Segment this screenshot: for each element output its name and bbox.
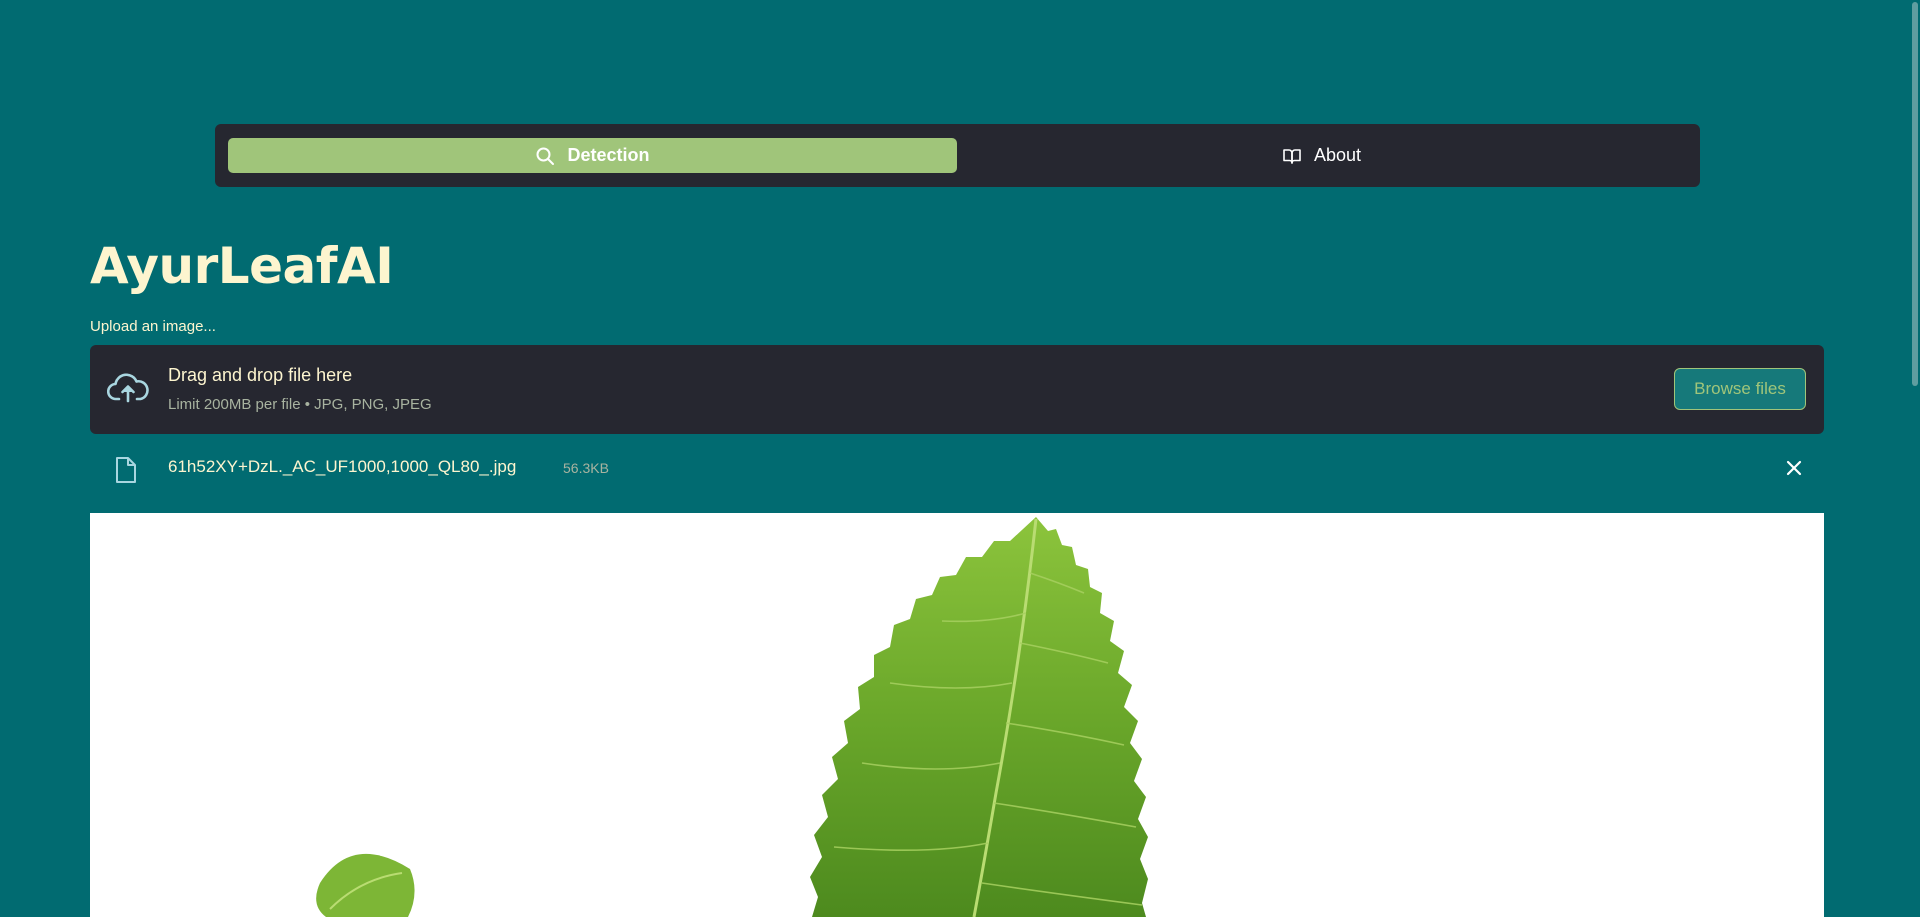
browse-files-button[interactable]: Browse files (1674, 368, 1806, 410)
page-scrollbar[interactable] (1908, 0, 1920, 917)
file-dropzone[interactable]: Drag and drop file here Limit 200MB per … (90, 345, 1824, 434)
tab-about[interactable]: About (957, 138, 1686, 173)
uploaded-image-preview (90, 513, 1824, 917)
tab-detection[interactable]: Detection (228, 138, 957, 173)
tab-detection-label: Detection (567, 145, 650, 165)
file-icon (115, 456, 137, 484)
leaf-image (316, 517, 1148, 917)
search-icon (535, 146, 555, 166)
page-title: AyurLeafAI (90, 237, 394, 295)
close-icon[interactable] (1784, 458, 1804, 478)
scrollbar-thumb[interactable] (1912, 2, 1918, 386)
tab-navigation: Detection About (215, 124, 1700, 187)
dropzone-title: Drag and drop file here (168, 365, 353, 385)
app-page: Detection About AyurLeafAI Upload an ima… (0, 0, 1920, 917)
dropzone-limit-text: Limit 200MB per file • JPG, PNG, JPEG (168, 396, 432, 413)
file-size: 56.3KB (563, 460, 609, 476)
book-icon (1282, 146, 1302, 166)
cloud-upload-icon (106, 370, 149, 404)
file-name: 61h52XY+DzL._AC_UF1000,1000_QL80_.jpg (168, 457, 517, 476)
tab-about-label: About (1313, 145, 1362, 165)
uploaded-file-row: 61h52XY+DzL._AC_UF1000,1000_QL80_.jpg 56… (90, 448, 1824, 490)
upload-label: Upload an image... (90, 318, 216, 335)
